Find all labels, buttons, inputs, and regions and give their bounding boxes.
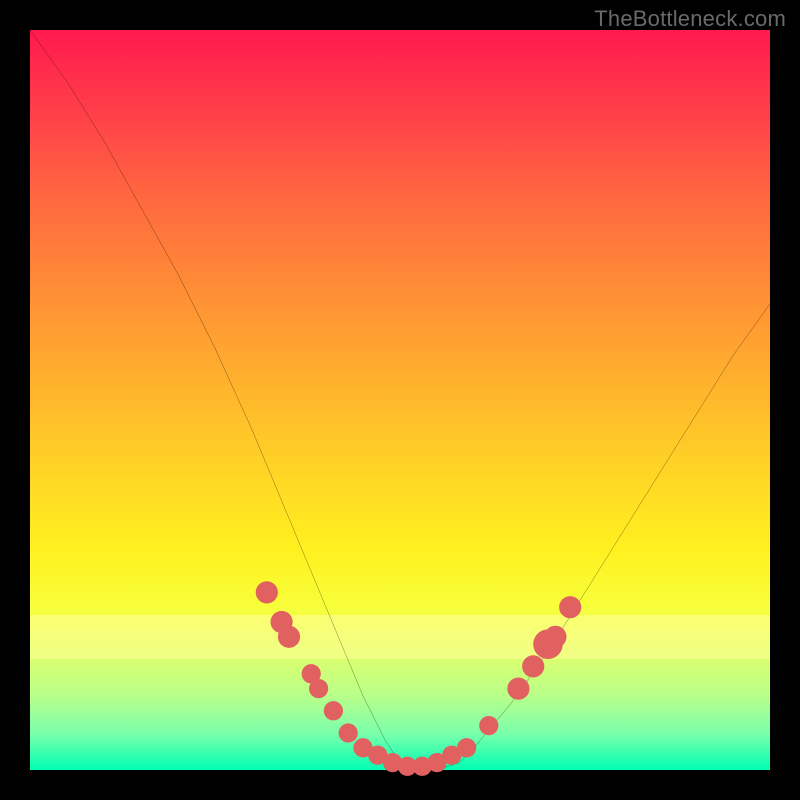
markers-group xyxy=(256,581,582,776)
marker-point xyxy=(479,716,498,735)
marker-point xyxy=(507,678,529,700)
marker-point xyxy=(559,596,581,618)
plot-area xyxy=(30,30,770,770)
marker-point xyxy=(339,723,358,742)
chart-stage: TheBottleneck.com xyxy=(0,0,800,800)
bottleneck-curve xyxy=(30,30,770,770)
marker-point xyxy=(256,581,278,603)
marker-point xyxy=(278,626,300,648)
watermark-text: TheBottleneck.com xyxy=(594,6,786,32)
marker-point xyxy=(309,679,328,698)
marker-point xyxy=(457,738,476,757)
marker-point xyxy=(544,626,566,648)
marker-point xyxy=(522,655,544,677)
chart-svg xyxy=(30,30,770,770)
marker-point xyxy=(324,701,343,720)
